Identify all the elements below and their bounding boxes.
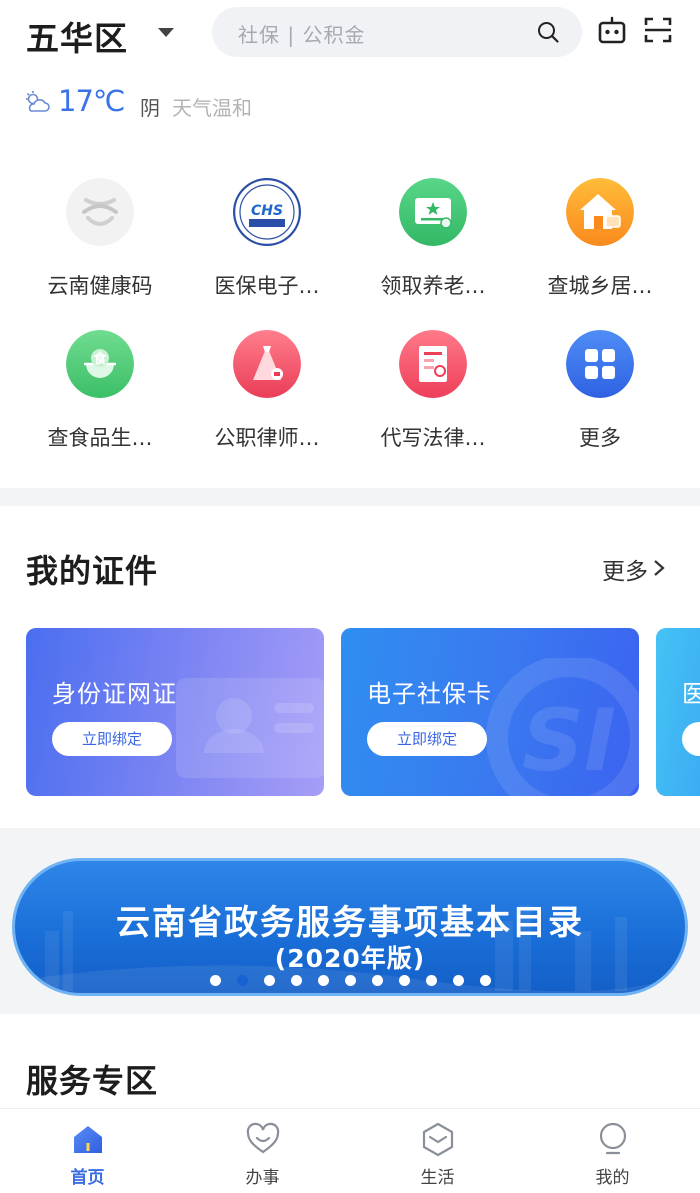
social-security-card-certificate[interactable]: SI 电子社保卡 立即绑定	[341, 628, 639, 796]
service-residence[interactable]: 查城乡居…	[515, 170, 685, 310]
tab-life[interactable]: 生活	[350, 1109, 525, 1193]
promo-banner[interactable]: 云南省政务服务事项基本目录 (2020年版)	[12, 858, 688, 996]
service-medical-insurance[interactable]: CHS 医保电子…	[182, 170, 352, 310]
search-placeholder: 社保 | 公积金	[238, 23, 366, 47]
service-label: 领取养老…	[380, 274, 486, 298]
carousel-dot[interactable]	[425, 975, 437, 986]
food-icon: 食	[66, 330, 134, 398]
service-lawyer[interactable]: 公职律师…	[182, 322, 352, 462]
carousel-dot[interactable]	[263, 975, 275, 986]
cloudy-sun-icon	[26, 91, 50, 112]
tab-mine[interactable]: 我的	[525, 1109, 700, 1193]
card-title: 医	[682, 680, 700, 708]
carousel-dot[interactable]	[209, 975, 221, 986]
service-label: 医保电子…	[214, 274, 320, 298]
caret-down-icon[interactable]	[158, 28, 174, 37]
service-label: 查城乡居…	[547, 274, 653, 298]
service-health-code[interactable]: 云南健康码	[15, 170, 185, 310]
service-label: 云南健康码	[47, 274, 153, 298]
social-security-watermark-icon: SI	[486, 658, 639, 796]
bind-now-button[interactable]: 立即绑定	[367, 722, 487, 756]
health-code-icon	[66, 178, 134, 246]
robot-assistant-icon[interactable]	[597, 16, 627, 46]
chevron-right-icon[interactable]	[652, 559, 666, 577]
service-food[interactable]: 食 查食品生…	[15, 322, 185, 462]
tab-label: 我的	[595, 1168, 630, 1188]
weather-widget[interactable]: 17℃ 阴 天气温和	[24, 84, 424, 124]
pension-card-icon	[399, 178, 467, 246]
certificates-more-link[interactable]: 更多	[602, 552, 648, 586]
weather-condition: 阴	[140, 96, 160, 120]
chs-medical-insurance-icon: CHS	[233, 178, 301, 246]
temperature: 17℃	[58, 84, 125, 118]
tab-label: 办事	[245, 1168, 280, 1188]
carousel-dot[interactable]	[290, 975, 302, 986]
search-bar[interactable]: 社保 | 公积金	[212, 7, 582, 57]
service-legal-document[interactable]: 代写法律…	[348, 322, 518, 462]
carousel-dot[interactable]	[452, 975, 464, 986]
tab-home[interactable]: 首页	[0, 1109, 175, 1193]
service-label: 公职律师…	[214, 426, 320, 450]
carousel-dot[interactable]	[344, 975, 356, 986]
more-grid-icon	[566, 330, 634, 398]
certificates-title: 我的证件	[26, 552, 159, 590]
svg-text:CHS: CHS	[251, 203, 283, 219]
service-label: 代写法律…	[380, 426, 486, 450]
search-icon[interactable]	[536, 20, 560, 44]
carousel-dot[interactable]	[317, 975, 329, 986]
medical-card-certificate[interactable]: 医	[656, 628, 700, 796]
service-pension[interactable]: 领取养老…	[348, 170, 518, 310]
carousel-indicator	[15, 975, 685, 986]
quick-service-grid: 云南健康码 CHS 医保电子… 领取养老… 查城乡居… 食 查食品生… 公职律师…	[0, 170, 700, 460]
person-icon	[599, 1122, 626, 1155]
top-header: 五华区 社保 | 公积金	[0, 0, 700, 70]
home-icon	[73, 1126, 102, 1153]
id-card-watermark-icon	[176, 678, 324, 778]
bottom-tab-bar: 首页 办事 生活 我的	[0, 1108, 700, 1193]
carousel-dot[interactable]	[236, 975, 248, 986]
bind-now-button[interactable]: 立即绑定	[52, 722, 172, 756]
service-more[interactable]: 更多	[515, 322, 685, 462]
tab-services[interactable]: 办事	[175, 1109, 350, 1193]
service-label: 查食品生…	[47, 426, 153, 450]
carousel-dot[interactable]	[371, 975, 383, 986]
bind-now-button[interactable]	[682, 722, 700, 756]
heart-smile-icon	[246, 1122, 279, 1154]
district-selector[interactable]: 五华区	[26, 12, 128, 60]
service-label: 更多	[579, 426, 621, 450]
carousel-dot[interactable]	[398, 975, 410, 986]
carousel-dot[interactable]	[479, 975, 491, 986]
tab-label: 首页	[70, 1168, 105, 1188]
section-divider	[0, 488, 700, 506]
card-title: 电子社保卡	[367, 680, 492, 708]
scan-icon[interactable]	[643, 15, 673, 45]
tab-label: 生活	[420, 1168, 455, 1188]
banner-title: 云南省政务服务事项基本目录	[116, 903, 584, 943]
card-title: 身份证网证	[52, 680, 177, 708]
banner-subtitle: (2020年版)	[274, 944, 426, 973]
legal-document-icon	[399, 330, 467, 398]
lawyer-icon	[233, 330, 301, 398]
services-zone-title: 服务专区	[26, 1062, 159, 1100]
cube-icon	[422, 1122, 453, 1157]
residence-house-icon	[566, 178, 634, 246]
id-card-certificate[interactable]: 身份证网证 立即绑定	[26, 628, 324, 796]
weather-description: 天气温和	[172, 96, 252, 120]
svg-text:食: 食	[93, 351, 107, 367]
svg-text:SI: SI	[522, 691, 616, 791]
